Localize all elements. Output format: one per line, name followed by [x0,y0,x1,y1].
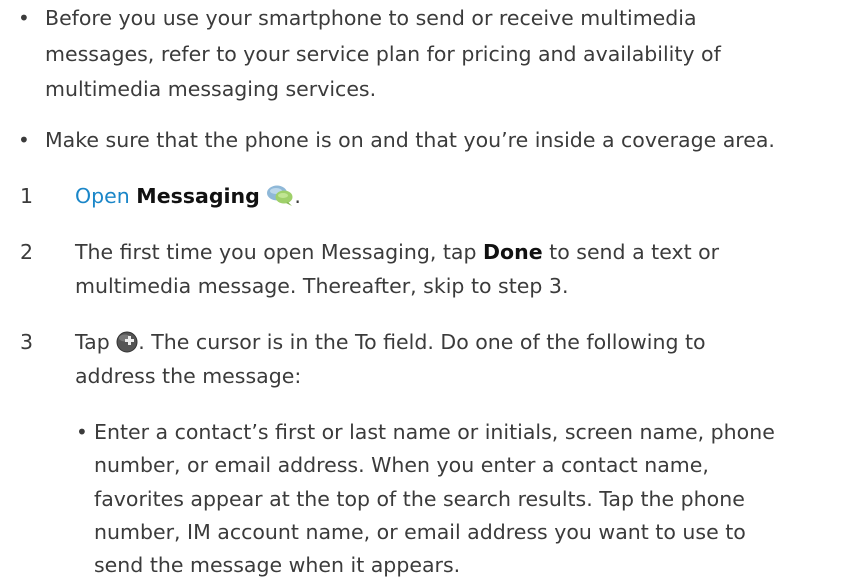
bullet-1-line-3: multimedia messaging services. [45,77,377,101]
step-3-text-after: . The cursor is in the To field. Do one … [138,330,706,354]
document-page: • Before you use your smartphone to send… [0,0,857,586]
open-link[interactable]: Open [75,184,130,208]
sub-bullet-line-5: send the message when it appears. [94,553,461,577]
sub-bullet-marker: • [76,420,88,444]
step-2-line-1: The first time you open Messaging, tap D… [75,238,719,267]
bullet-1-line-1: Before you use your smartphone to send o… [45,6,697,30]
step-1-period: . [294,184,301,208]
step-2-text-before: The first time you open Messaging, tap [75,240,477,264]
step-1-line: Open Messaging . [75,182,301,215]
done-label: Done [483,240,543,264]
messaging-bubble-icon [266,183,294,215]
step-2-number: 2 [20,240,34,264]
step-3-line-1: Tap . The cursor is in the To field. Do … [75,328,706,361]
step-2-text-after: to send a text or [549,240,720,264]
step-3-line-2: address the message: [75,364,302,388]
step-2-line-2: multimedia message. Thereafter, skip to … [75,274,569,298]
bullet-marker: • [18,6,30,30]
step-1-number: 1 [20,184,34,208]
sub-bullet-line-3: favorites appear at the top of the searc… [94,487,745,511]
bullet-2-line-1: Make sure that the phone is on and that … [45,128,775,152]
sub-bullet-line-2: number, or email address. When you enter… [94,453,709,477]
sub-bullet-line-4: number, IM account name, or email addres… [94,520,746,544]
messaging-label: Messaging [136,184,260,208]
step-3-number: 3 [20,330,34,354]
new-message-plus-icon [116,331,138,361]
sub-bullet-line-1: Enter a contact’s first or last name or … [94,420,775,444]
bullet-1-line-2: messages, refer to your service plan for… [45,42,721,66]
step-3-tap-text: Tap [75,330,110,354]
bullet-marker: • [18,128,30,152]
